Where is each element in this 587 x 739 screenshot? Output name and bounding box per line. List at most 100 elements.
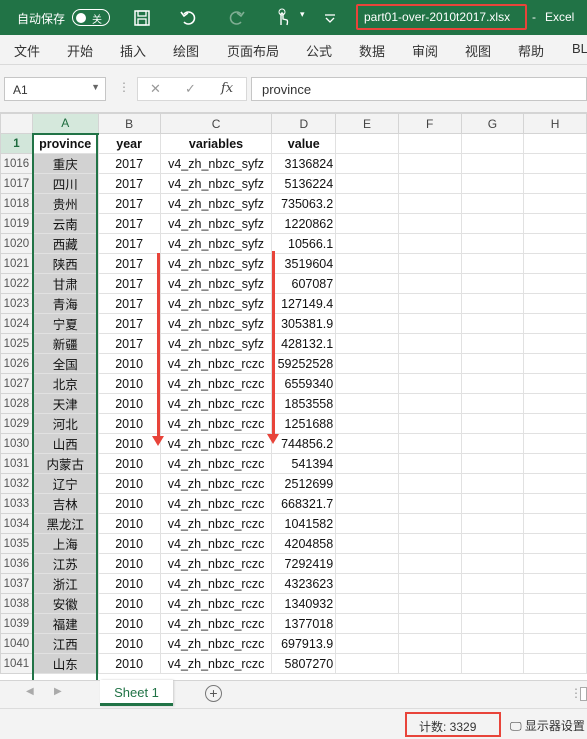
empty-cell[interactable] (523, 593, 587, 614)
empty-cell[interactable] (335, 573, 399, 594)
row-header[interactable]: 1035 (0, 533, 33, 554)
cell-year[interactable]: 2017 (97, 273, 161, 294)
empty-cell[interactable] (460, 413, 525, 434)
cell-value[interactable]: 3519604 (271, 253, 337, 274)
cell-value[interactable]: 668321.7 (271, 493, 337, 514)
cell-province[interactable]: 黑龙江 (31, 513, 99, 534)
empty-cell[interactable] (460, 573, 525, 594)
cell-variables[interactable]: v4_zh_nbzc_rczc (159, 373, 273, 394)
tab-home[interactable]: 开始 (67, 41, 93, 60)
empty-cell[interactable] (397, 573, 462, 594)
tab-insert[interactable]: 插入 (120, 41, 146, 60)
row-header[interactable]: 1028 (0, 393, 33, 414)
cell-variables[interactable]: v4_zh_nbzc_syfz (159, 233, 273, 254)
cell-year[interactable]: 2010 (97, 453, 161, 474)
empty-cell[interactable] (397, 493, 462, 514)
cell-value[interactable]: 4204858 (271, 533, 337, 554)
cell-province[interactable]: 四川 (31, 173, 99, 194)
cell-year[interactable]: 2017 (97, 213, 161, 234)
empty-cell[interactable] (523, 433, 587, 454)
row-header[interactable]: 1034 (0, 513, 33, 534)
cell-year[interactable]: 2017 (97, 313, 161, 334)
undo-icon[interactable] (179, 8, 199, 28)
cell-value[interactable]: 735063.2 (271, 193, 337, 214)
empty-cell[interactable] (523, 293, 587, 314)
empty-cell[interactable] (460, 373, 525, 394)
cell-province[interactable]: 浙江 (31, 573, 99, 594)
cell-year[interactable]: 2010 (97, 473, 161, 494)
empty-cell[interactable] (523, 413, 587, 434)
row-header[interactable]: 1 (0, 133, 33, 154)
empty-cell[interactable] (460, 233, 525, 254)
cell-province[interactable]: 江西 (31, 633, 99, 654)
column-header-d[interactable]: D (271, 113, 337, 134)
cell-value[interactable]: 6559340 (271, 373, 337, 394)
cancel-icon[interactable]: ✕ (150, 81, 161, 97)
empty-cell[interactable] (397, 413, 462, 434)
empty-cell[interactable] (335, 173, 399, 194)
tab-review[interactable]: 审阅 (412, 41, 438, 60)
cell-year[interactable]: 2010 (97, 413, 161, 434)
empty-cell[interactable] (397, 173, 462, 194)
empty-cell[interactable] (397, 313, 462, 334)
cell-province[interactable]: 重庆 (31, 153, 99, 174)
empty-cell[interactable] (523, 253, 587, 274)
cell-variables[interactable]: v4_zh_nbzc_syfz (159, 333, 273, 354)
add-sheet-icon[interactable]: + (205, 685, 222, 702)
empty-cell[interactable] (335, 353, 399, 374)
empty-cell[interactable] (523, 653, 587, 674)
cell-variables[interactable]: v4_zh_nbzc_rczc (159, 393, 273, 414)
empty-cell[interactable] (335, 233, 399, 254)
row-header[interactable]: 1019 (0, 213, 33, 234)
empty-cell[interactable] (397, 473, 462, 494)
empty-cell[interactable] (460, 613, 525, 634)
empty-cell[interactable] (523, 273, 587, 294)
cell-b1[interactable]: year (97, 133, 161, 154)
empty-cell[interactable] (335, 613, 399, 634)
empty-cell[interactable] (523, 373, 587, 394)
empty-cell[interactable] (397, 253, 462, 274)
empty-cell[interactable] (335, 513, 399, 534)
empty-cell[interactable] (523, 533, 587, 554)
cell-variables[interactable]: v4_zh_nbzc_rczc (159, 473, 273, 494)
column-header-c[interactable]: C (159, 113, 273, 134)
empty-cell[interactable] (397, 273, 462, 294)
empty-cell[interactable] (397, 153, 462, 174)
cell-year[interactable]: 2010 (97, 513, 161, 534)
cell-variables[interactable]: v4_zh_nbzc_rczc (159, 353, 273, 374)
cell-variables[interactable]: v4_zh_nbzc_rczc (159, 653, 273, 674)
empty-cell[interactable] (335, 433, 399, 454)
cell-value[interactable]: 1251688 (271, 413, 337, 434)
cell-province[interactable]: 全国 (31, 353, 99, 374)
row-header[interactable]: 1022 (0, 273, 33, 294)
column-header-b[interactable]: B (97, 113, 161, 134)
empty-cell[interactable] (335, 373, 399, 394)
empty-cell[interactable] (335, 133, 399, 154)
cell-c1[interactable]: variables (159, 133, 273, 154)
cell-year[interactable]: 2017 (97, 233, 161, 254)
row-header[interactable]: 1039 (0, 613, 33, 634)
cell-variables[interactable]: v4_zh_nbzc_syfz (159, 273, 273, 294)
cell-province[interactable]: 云南 (31, 213, 99, 234)
redo-icon[interactable] (226, 8, 246, 28)
display-settings-button[interactable]: 🖵 显示器设置 (510, 717, 585, 734)
empty-cell[interactable] (523, 633, 587, 654)
name-box[interactable]: A1 ▼ (4, 77, 106, 101)
empty-cell[interactable] (335, 553, 399, 574)
cell-year[interactable]: 2010 (97, 573, 161, 594)
cell-value[interactable]: 607087 (271, 273, 337, 294)
cell-variables[interactable]: v4_zh_nbzc_syfz (159, 153, 273, 174)
row-header[interactable]: 1023 (0, 293, 33, 314)
cell-value[interactable]: 10566.1 (271, 233, 337, 254)
cell-year[interactable]: 2017 (97, 173, 161, 194)
empty-cell[interactable] (397, 193, 462, 214)
tab-draw[interactable]: 绘图 (173, 41, 199, 60)
cell-year[interactable]: 2010 (97, 373, 161, 394)
row-header[interactable]: 1026 (0, 353, 33, 374)
empty-cell[interactable] (397, 633, 462, 654)
empty-cell[interactable] (460, 653, 525, 674)
empty-cell[interactable] (335, 333, 399, 354)
empty-cell[interactable] (460, 353, 525, 374)
empty-cell[interactable] (460, 193, 525, 214)
empty-cell[interactable] (460, 333, 525, 354)
